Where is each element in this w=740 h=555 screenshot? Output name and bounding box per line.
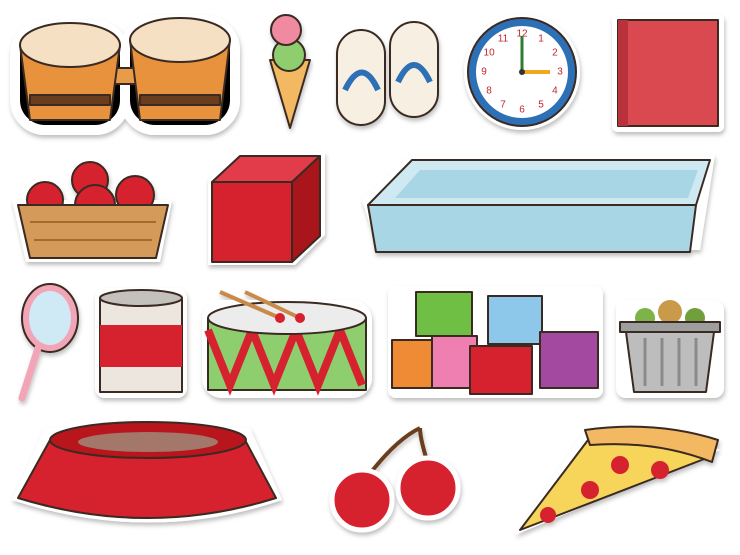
toy-blocks-sticker bbox=[388, 286, 603, 398]
clock-numeral: 7 bbox=[500, 100, 506, 111]
sticker-illustration: 12 1234567891011 bbox=[10, 14, 724, 535]
dog-bowl-sticker bbox=[12, 421, 282, 523]
wall-clock-sticker: 12 1234567891011 bbox=[464, 14, 580, 130]
snare-drum-sticker bbox=[202, 290, 372, 398]
blue-tray-sticker bbox=[362, 155, 715, 253]
pizza-slice-sticker bbox=[515, 425, 720, 535]
trash-can-sticker bbox=[616, 300, 724, 398]
red-book-sticker bbox=[612, 14, 724, 132]
cherries-sticker bbox=[329, 426, 461, 533]
hand-mirror-sticker bbox=[18, 283, 79, 402]
flip-flops-sticker bbox=[336, 21, 439, 126]
clock-numeral: 6 bbox=[519, 105, 525, 116]
ice-cream-cone-sticker bbox=[269, 14, 311, 129]
clock-numeral: 8 bbox=[486, 86, 492, 97]
bongo-drums-sticker bbox=[10, 15, 240, 135]
clock-numeral: 2 bbox=[552, 48, 558, 59]
clock-numeral: 4 bbox=[552, 86, 558, 97]
clock-numeral: 11 bbox=[498, 34, 509, 45]
red-toy-block-sticker bbox=[208, 152, 325, 265]
clock-numeral: 5 bbox=[538, 100, 544, 111]
clock-numeral: 3 bbox=[557, 67, 563, 78]
apple-basket-sticker bbox=[12, 161, 172, 262]
clock-numeral: 10 bbox=[484, 48, 496, 59]
sticker-sheet: 12 1 2 3 4 5 6 7 8 9 10 11 bbox=[0, 0, 740, 555]
red-can-sticker bbox=[95, 288, 187, 398]
clock-numeral: 1 bbox=[538, 34, 544, 45]
clock-numeral: 9 bbox=[481, 67, 487, 78]
